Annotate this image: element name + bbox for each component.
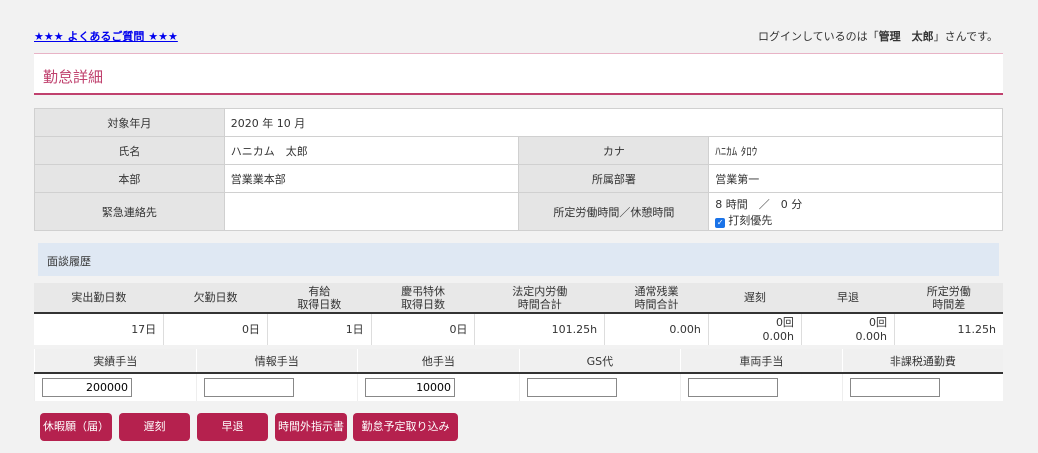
work-hours-cell: 8 時間 ／ 0 分 ✓ 打刻優先 bbox=[708, 192, 1003, 231]
division-value: 営業業本部 bbox=[223, 164, 520, 193]
allowances-header-row: 実績手当 情報手当 他手当 GS代 車両手当 非課税通勤費 bbox=[34, 349, 1003, 374]
stats-value: 0日 bbox=[370, 313, 475, 345]
stats-header: 早退 bbox=[801, 283, 895, 314]
faq-link[interactable]: ★★★ よくあるご質問 ★★★ bbox=[34, 28, 178, 44]
allowance-header: 情報手当 bbox=[195, 349, 358, 374]
login-prefix: ログインしているのは「 bbox=[757, 30, 879, 43]
import-schedule-button[interactable]: 勤怠予定取り込み bbox=[353, 413, 458, 441]
department-value: 営業第一 bbox=[708, 164, 1003, 193]
page-title-box: 勤怠詳細 bbox=[34, 53, 1003, 95]
stats-header: 欠勤日数 bbox=[163, 283, 268, 314]
division-label: 本部 bbox=[34, 164, 225, 193]
allowances-table: 実績手当 情報手当 他手当 GS代 車両手当 非課税通勤費 bbox=[34, 349, 1003, 401]
stats-header: 遅刻 bbox=[708, 283, 802, 314]
overtime-order-button[interactable]: 時間外指示書 bbox=[275, 413, 347, 441]
allowance-header: 車両手当 bbox=[680, 349, 843, 374]
kana-value: ﾊﾆｶﾑ ﾀﾛｳ bbox=[708, 136, 1003, 165]
stats-value-row: 17日 0日 1日 0日 101.25h 0.00h 0回 0.00h 0回 0.0… bbox=[34, 313, 1003, 345]
name-value: ハニカム 太郎 bbox=[223, 136, 520, 165]
target-month-label: 対象年月 bbox=[34, 108, 225, 137]
commute-allowance-input[interactable] bbox=[849, 378, 940, 397]
stats-value: 11.25h bbox=[894, 313, 1003, 345]
info-allowance-input[interactable] bbox=[203, 378, 294, 397]
stats-value: 0回 0.00h bbox=[707, 313, 802, 345]
interview-history-bar: 面談履歴 bbox=[38, 243, 999, 276]
emergency-contact-label: 緊急連絡先 bbox=[34, 192, 225, 231]
allowances-input-row bbox=[34, 373, 1003, 401]
employee-info-table: 対象年月 2020 年 10 月 氏名 ハニカム 太郎 カナ ﾊﾆｶﾑ ﾀﾛｳ … bbox=[34, 108, 1004, 231]
stats-header: 慶弔特休 取得日数 bbox=[371, 283, 475, 314]
early-leave-button[interactable]: 早退 bbox=[197, 413, 268, 441]
gs-fee-input[interactable] bbox=[526, 378, 617, 397]
info-row: 緊急連絡先 所定労働時間／休憩時間 8 時間 ／ 0 分 ✓ 打刻優先 bbox=[34, 192, 1003, 231]
clock-priority-label: 打刻優先 bbox=[728, 213, 773, 227]
performance-allowance-input[interactable] bbox=[42, 378, 132, 397]
login-user: 管理 太郎 bbox=[878, 30, 934, 43]
late-button[interactable]: 遅刻 bbox=[119, 413, 190, 441]
department-label: 所属部署 bbox=[518, 164, 710, 193]
login-status: ログインしているのは「管理 太郎」さんです。 bbox=[758, 28, 998, 44]
leave-request-button[interactable]: 休暇願（届） bbox=[40, 413, 112, 441]
target-month-value: 2020 年 10 月 bbox=[223, 108, 1004, 137]
login-suffix: 」さんです。 bbox=[933, 30, 998, 43]
page-title: 勤怠詳細 bbox=[43, 68, 104, 86]
stats-header: 通常残業 時間合計 bbox=[604, 283, 709, 314]
interview-history-label: 面談履歴 bbox=[47, 255, 91, 268]
stats-value: 101.25h bbox=[474, 313, 605, 345]
stats-header: 実出勤日数 bbox=[34, 283, 164, 314]
allowance-cell bbox=[518, 373, 681, 401]
stats-value: 0.00h bbox=[604, 313, 709, 345]
allowance-header: 他手当 bbox=[357, 349, 520, 374]
clock-priority-row: ✓ 打刻優先 bbox=[715, 212, 996, 228]
stats-header-row: 実出勤日数 欠勤日数 有給 取得日数 慶弔特休 取得日数 法定内労働 時間合計 通常残… bbox=[34, 283, 1003, 314]
allowance-header: 非課税通勤費 bbox=[841, 349, 1003, 374]
name-label: 氏名 bbox=[34, 136, 225, 165]
stats-value: 0回 0.00h bbox=[800, 313, 895, 345]
emergency-contact-value bbox=[223, 192, 520, 231]
stats-header: 所定労働 時間差 bbox=[894, 283, 1003, 314]
allowance-header: GS代 bbox=[518, 349, 681, 374]
allowance-cell bbox=[680, 373, 843, 401]
kana-label: カナ bbox=[518, 136, 710, 165]
top-bar: ★★★ よくあるご質問 ★★★ ログインしているのは「管理 太郎」さんです。 bbox=[34, 26, 1004, 44]
stats-value: 0日 bbox=[163, 313, 268, 345]
allowance-header: 実績手当 bbox=[34, 349, 197, 374]
info-row: 本部 営業業本部 所属部署 営業第一 bbox=[34, 164, 1003, 193]
allowance-cell bbox=[34, 373, 197, 401]
info-row: 氏名 ハニカム 太郎 カナ ﾊﾆｶﾑ ﾀﾛｳ bbox=[34, 136, 1003, 165]
allowance-cell bbox=[195, 373, 358, 401]
stats-value: 1日 bbox=[266, 313, 372, 345]
attendance-stats-table: 実出勤日数 欠勤日数 有給 取得日数 慶弔特休 取得日数 法定内労働 時間合計 通常残… bbox=[34, 283, 1003, 345]
other-allowance-input[interactable] bbox=[365, 378, 456, 397]
work-hours-label: 所定労働時間／休憩時間 bbox=[518, 192, 710, 231]
allowance-cell bbox=[357, 373, 520, 401]
stats-header: 有給 取得日数 bbox=[267, 283, 372, 314]
clock-priority-checkbox[interactable]: ✓ bbox=[715, 217, 726, 228]
allowance-cell bbox=[841, 373, 1003, 401]
info-row: 対象年月 2020 年 10 月 bbox=[34, 108, 1004, 137]
work-hours-value: 8 時間 ／ 0 分 bbox=[715, 197, 803, 211]
stats-header: 法定内労働 時間合計 bbox=[474, 283, 605, 314]
vehicle-allowance-input[interactable] bbox=[688, 378, 779, 397]
stats-value: 17日 bbox=[34, 313, 164, 345]
